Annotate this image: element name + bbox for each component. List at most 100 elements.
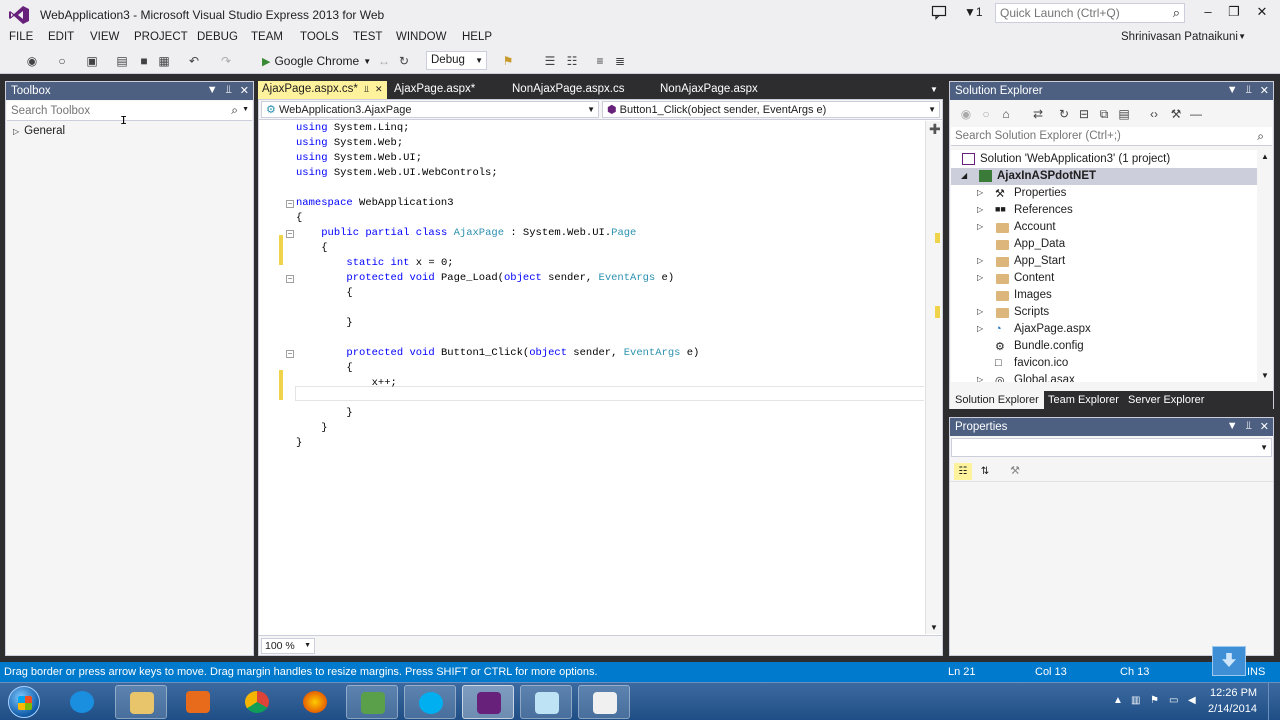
pane-options-icon[interactable]: ▼ (207, 84, 218, 97)
expand-arrow-icon[interactable]: ▷ (977, 222, 983, 231)
notifications-icon[interactable] (931, 4, 947, 20)
expand-arrow-icon[interactable]: ▷ (977, 307, 983, 316)
expand-arrow-icon[interactable]: ▷ (977, 273, 983, 282)
expand-arrow-icon[interactable]: ▷ (977, 188, 983, 197)
undo-icon[interactable]: ↶ (186, 53, 202, 69)
new-project-icon[interactable]: ▣ (84, 53, 100, 69)
solution-search-input[interactable] (951, 127, 1241, 145)
properties-header[interactable]: Properties ▼ ⫫ ✕ (950, 418, 1273, 436)
display-icon[interactable]: ▭ (1169, 695, 1178, 706)
properties-object-select[interactable]: ▼ (951, 438, 1272, 457)
tab-ajaxpage-cs[interactable]: AjaxPage.aspx.cs* ⫫ ✕ (258, 81, 387, 99)
view-code-icon[interactable]: ‹› (1146, 106, 1162, 122)
tree-item-content[interactable]: ▷ Content (951, 270, 1257, 287)
feedback-icon[interactable]: ▼1 (964, 5, 983, 19)
find-in-files-icon[interactable]: ⚑ (500, 53, 516, 69)
search-icon[interactable]: ⌕ (1257, 129, 1264, 144)
tree-item-app-start[interactable]: ▷ App_Start (951, 253, 1257, 270)
open-file-icon[interactable]: ▤ (114, 53, 130, 69)
skype-icon[interactable] (404, 685, 456, 719)
pin-icon[interactable]: ⫫ (364, 84, 369, 94)
minimize-button[interactable]: – (1196, 4, 1220, 22)
back-icon[interactable]: ◉ (958, 106, 974, 122)
tree-item-properties[interactable]: ▷ ⚒ Properties (951, 185, 1257, 202)
quick-launch[interactable]: ⌕ (995, 3, 1185, 23)
tab-nonajaxpage-cs[interactable]: NonAjaxPage.aspx.cs (508, 81, 629, 99)
redo-icon[interactable]: ↷ (218, 53, 234, 69)
search-icon[interactable]: ⌕ (231, 103, 238, 118)
chrome-icon[interactable] (231, 685, 283, 719)
chevron-down-icon[interactable]: ▼ (1238, 32, 1246, 41)
uncomment-icon[interactable]: ☷ (564, 53, 580, 69)
pane-options-icon[interactable]: ▼ (1227, 84, 1238, 97)
expand-arrow-icon[interactable]: ▷ (13, 127, 19, 136)
show-all-files-icon[interactable]: ⧉ (1096, 106, 1112, 122)
tree-item-app-data[interactable]: App_Data (951, 236, 1257, 253)
collapse-icon[interactable]: − (286, 200, 294, 208)
tree-item-favicon[interactable]: □ favicon.ico (951, 355, 1257, 372)
toolbox-group-general[interactable]: ▷ General (13, 125, 65, 137)
refresh-icon[interactable]: ↻ (1056, 106, 1072, 122)
split-view-icon[interactable]: ✚ (929, 121, 941, 138)
tree-item-bundle-config[interactable]: ⚙ Bundle.config (951, 338, 1257, 355)
start-debugging-button[interactable]: ▶ Google Chrome ▼ (258, 51, 375, 71)
collapse-icon[interactable]: − (286, 350, 294, 358)
close-icon[interactable]: ✕ (1260, 420, 1269, 433)
forward-icon[interactable]: ○ (978, 106, 994, 122)
media-player-icon[interactable] (172, 685, 224, 719)
clock-date[interactable]: 2/14/2014 (1208, 703, 1257, 715)
tab-nonajaxpage-aspx[interactable]: NonAjaxPage.aspx (656, 81, 762, 99)
maximize-button[interactable]: ❐ (1222, 4, 1246, 22)
menu-tools[interactable]: TOOLS (300, 31, 339, 43)
tab-team-explorer[interactable]: Team Explorer (1043, 391, 1124, 409)
pin-icon[interactable]: ⫫ (1246, 420, 1252, 433)
code-text-area[interactable]: − − − − using System.Linq; using System.… (259, 121, 924, 634)
scroll-down-icon[interactable]: ▼ (930, 623, 938, 632)
home-icon[interactable]: ⌂ (998, 106, 1014, 122)
refresh-icon[interactable]: ↻ (396, 53, 412, 69)
window-icon[interactable] (578, 685, 630, 719)
navigate-forward-icon[interactable]: ○ (54, 53, 70, 69)
network-icon[interactable]: ▥ (1131, 695, 1140, 706)
outdent-icon[interactable]: ≣ (612, 53, 628, 69)
property-pages-icon[interactable]: ⚒ (1006, 463, 1024, 480)
tree-item-global-asax[interactable]: ▷ ◎ Global.asax (951, 372, 1257, 382)
menu-window[interactable]: WINDOW (396, 31, 446, 43)
menu-team[interactable]: TEAM (251, 31, 283, 43)
properties-icon[interactable]: ▤ (1116, 106, 1132, 122)
tree-item-scripts[interactable]: ▷ Scripts (951, 304, 1257, 321)
zoom-select[interactable]: 100 % ▼ (261, 638, 315, 654)
action-center-icon[interactable]: ⚑ (1150, 695, 1159, 706)
toolbox-search[interactable]: ⌕ ▼ (7, 101, 252, 121)
collapse-arrow-icon[interactable]: ◢ (961, 171, 967, 180)
show-hidden-icons-icon[interactable]: ▲ (1113, 695, 1123, 706)
firefox-icon[interactable] (289, 685, 341, 719)
menu-project[interactable]: PROJECT (134, 31, 188, 43)
close-window-button[interactable]: ✕ (1250, 4, 1274, 22)
tree-item-account[interactable]: ▷ Account (951, 219, 1257, 236)
clock-time[interactable]: 12:26 PM (1210, 687, 1257, 699)
chevron-down-icon[interactable]: ▼ (242, 106, 249, 113)
tab-overflow-icon[interactable]: ▼ (930, 85, 938, 94)
link-icon[interactable]: ↔ (376, 53, 392, 69)
categorized-icon[interactable]: ☷ (954, 463, 972, 480)
show-desktop-button[interactable] (1268, 683, 1280, 720)
start-button[interactable] (8, 686, 40, 718)
scroll-down-icon[interactable]: ▼ (1261, 371, 1269, 380)
scroll-up-icon[interactable]: ▲ (1261, 152, 1269, 161)
members-dropdown[interactable]: ⬢ Button1_Click(object sender, EventArgs… (602, 101, 940, 118)
tree-item-ajaxpage-aspx[interactable]: ▷ ◔ AjaxPage.aspx (951, 321, 1257, 338)
solution-tree-scrollbar[interactable]: ▲ ▼ (1257, 150, 1273, 382)
comment-out-icon[interactable]: ☰ (542, 53, 558, 69)
pin-icon[interactable]: ⫫ (226, 84, 232, 97)
toolbox-header[interactable]: Toolbox ▼ ⫫ ✕ (6, 82, 253, 100)
expand-arrow-icon[interactable]: ▷ (977, 375, 983, 382)
indent-icon[interactable]: ≡ (592, 53, 608, 69)
solution-explorer-header[interactable]: Solution Explorer ▼ ⫫ ✕ (950, 82, 1273, 100)
menu-test[interactable]: TEST (353, 31, 382, 43)
search-icon[interactable]: ⌕ (1173, 5, 1180, 21)
navigate-back-icon[interactable]: ◉ (24, 53, 40, 69)
tree-item-images[interactable]: Images (951, 287, 1257, 304)
tab-solution-explorer[interactable]: Solution Explorer (950, 391, 1044, 409)
quick-launch-input[interactable] (996, 4, 1156, 22)
